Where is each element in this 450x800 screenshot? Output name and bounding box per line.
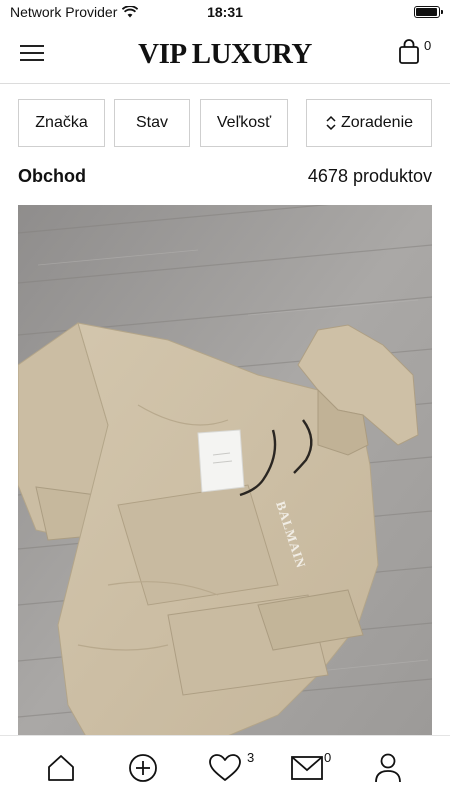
home-icon (48, 755, 74, 781)
cart-count-badge: 0 (424, 38, 432, 53)
add-circle-icon (129, 754, 157, 782)
sort-button[interactable]: Zoradenie (306, 99, 432, 147)
sort-chevrons-icon (326, 115, 336, 131)
heart-icon (209, 754, 241, 781)
nav-home-button[interactable] (43, 750, 79, 786)
shopping-bag-icon (399, 39, 419, 64)
status-left: Network Provider (10, 4, 139, 20)
brand-filter-label: Značka (35, 114, 88, 131)
brand-logo[interactable]: VIP LUXURY (0, 38, 450, 71)
size-filter-button[interactable]: Veľkosť (200, 99, 288, 147)
messages-count-badge: 0 (324, 750, 332, 765)
shop-header: Obchod 4678 produktov (18, 165, 432, 187)
mail-icon (291, 756, 323, 780)
battery-level (416, 8, 437, 16)
filter-bar: Značka Stav Veľkosť Zoradenie (18, 99, 432, 147)
carrier-name: Network Provider (10, 4, 118, 20)
favorites-count-badge: 3 (247, 750, 255, 765)
clock: 18:31 (207, 4, 243, 20)
battery-icon (414, 6, 443, 18)
app-header: VIP LUXURY 0 (0, 24, 450, 84)
product-photo: BALMAIN (18, 205, 432, 740)
brand-filter-button[interactable]: Značka (18, 99, 105, 147)
product-card[interactable]: BALMAIN (18, 205, 432, 740)
user-icon (375, 753, 401, 783)
wifi-icon (122, 6, 139, 18)
condition-filter-button[interactable]: Stav (114, 99, 190, 147)
shop-title: Obchod (18, 165, 86, 186)
nav-favorites-button[interactable] (207, 750, 243, 786)
size-filter-label: Veľkosť (216, 114, 272, 131)
status-bar: Network Provider 18:31 (0, 0, 450, 24)
nav-messages-button[interactable] (289, 750, 325, 786)
condition-filter-label: Stav (135, 114, 168, 131)
sort-label: Zoradenie (340, 114, 414, 131)
shopping-bag-button[interactable] (398, 38, 422, 68)
nav-profile-button[interactable] (370, 750, 406, 786)
nav-add-button[interactable] (125, 750, 161, 786)
bottom-navigation: 3 0 (0, 735, 450, 800)
product-count: 4678 produktov (307, 165, 432, 186)
